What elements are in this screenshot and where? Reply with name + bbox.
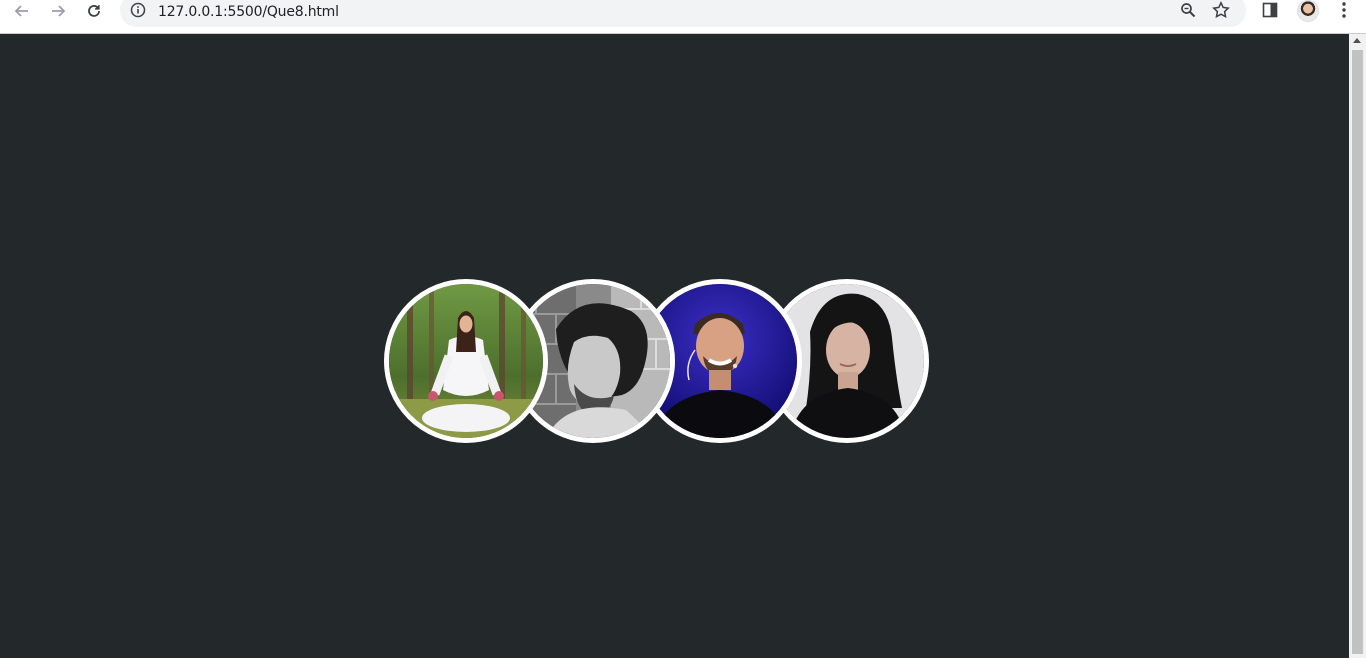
- profile-avatar[interactable]: [1297, 0, 1319, 22]
- back-button[interactable]: [8, 0, 36, 22]
- address-bar[interactable]: 127.0.0.1:5500/Que8.html: [120, 0, 1246, 27]
- browser-toolbar: 127.0.0.1:5500/Que8.html: [0, 0, 1366, 34]
- menu-kebab-icon[interactable]: [1336, 1, 1352, 19]
- forward-arrow-icon: [52, 5, 66, 17]
- forward-button[interactable]: [44, 0, 72, 22]
- scroll-up-arrow-icon[interactable]: [1353, 38, 1361, 43]
- back-arrow-icon: [14, 5, 28, 17]
- scroll-thumb[interactable]: [1352, 50, 1363, 654]
- url-text[interactable]: 127.0.0.1:5500/Que8.html: [158, 4, 339, 20]
- avatar-meditating-woman: [384, 279, 548, 443]
- reload-icon: [88, 5, 100, 17]
- site-info-icon[interactable]: [130, 2, 146, 18]
- side-panel-icon[interactable]: [1262, 2, 1278, 18]
- avatar-group: [384, 279, 929, 443]
- bookmark-star-icon[interactable]: [1212, 1, 1230, 19]
- reload-button[interactable]: [80, 0, 108, 22]
- zoom-icon[interactable]: [1180, 2, 1196, 18]
- vertical-scrollbar[interactable]: [1349, 34, 1366, 658]
